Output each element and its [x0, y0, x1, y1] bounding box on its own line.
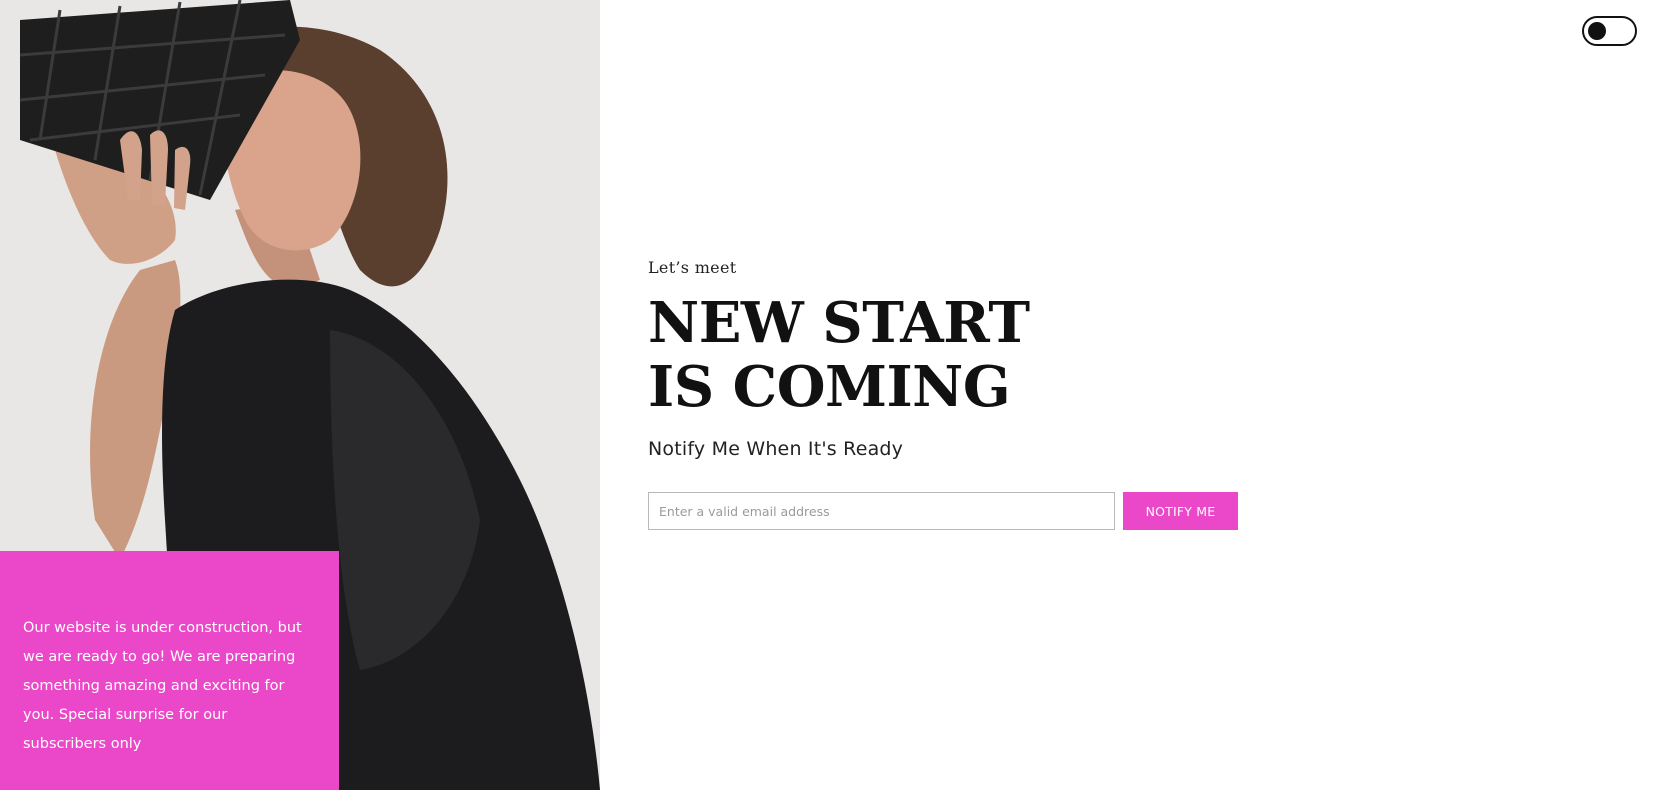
eyebrow-text: Let’s meet	[648, 258, 737, 277]
notify-me-button[interactable]: NOTIFY ME	[1123, 492, 1238, 530]
toggle-knob	[1588, 21, 1606, 40]
headline-line-2: IS COMING	[648, 354, 1011, 420]
headline-line-1: NEW START	[648, 290, 1030, 356]
subheading: Notify Me When It's Ready	[648, 438, 904, 460]
main-content: Let’s meet NEW START IS COMING Notify Me…	[648, 258, 1030, 460]
page-title: NEW START IS COMING	[648, 290, 1030, 420]
info-text: Our website is under construction, but w…	[23, 620, 302, 752]
email-field[interactable]	[648, 492, 1115, 530]
theme-toggle-icon[interactable]	[1582, 16, 1637, 46]
info-box: Our website is under construction, but w…	[0, 551, 339, 790]
notify-form: NOTIFY ME	[648, 492, 1238, 530]
